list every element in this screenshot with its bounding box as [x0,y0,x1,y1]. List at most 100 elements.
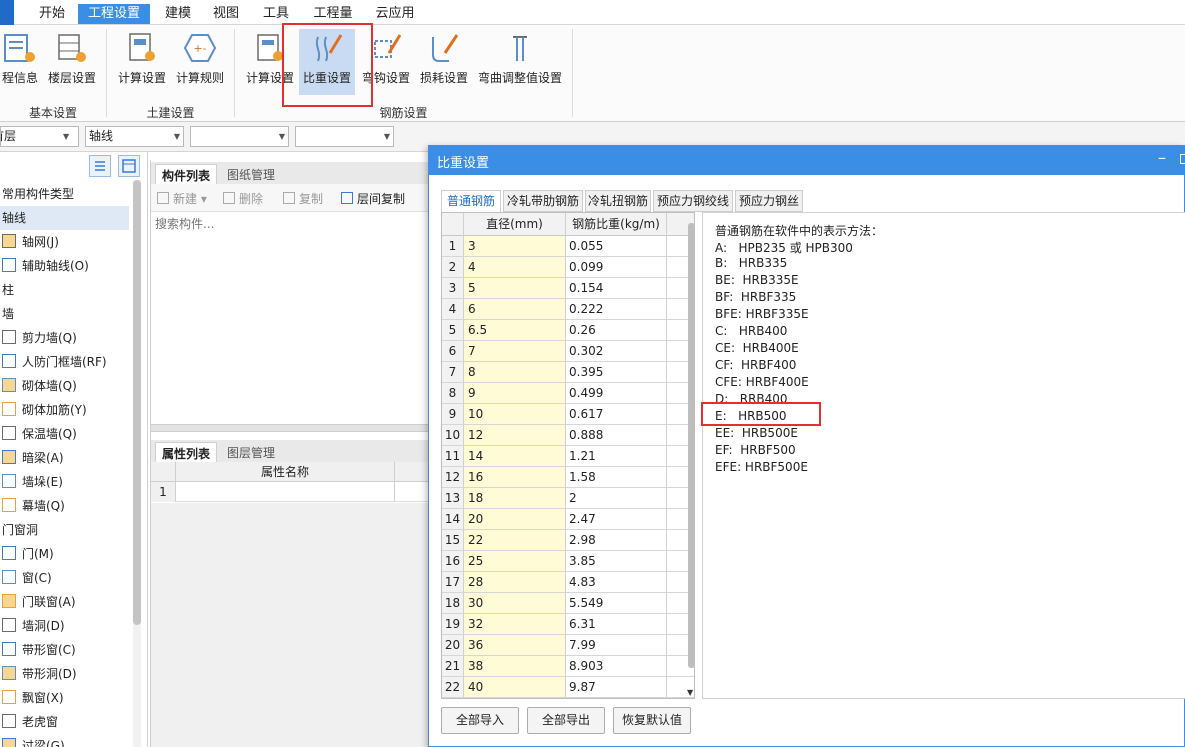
table-row[interactable]: 19 32 6.31 [442,614,694,635]
diameter-cell[interactable]: 7 [464,341,566,361]
weight-cell[interactable]: 0.302 [566,341,667,361]
diameter-cell[interactable]: 28 [464,572,566,592]
tree-category[interactable]: 柱 [0,278,129,302]
tree-item[interactable]: 过梁(G) [0,734,129,747]
diameter-cell[interactable]: 4 [464,257,566,277]
tree-item[interactable]: 飘窗(X) [0,686,129,710]
diameter-cell[interactable]: 38 [464,656,566,676]
diameter-cell[interactable]: 30 [464,593,566,613]
weight-cell[interactable]: 2.47 [566,509,667,529]
tree-category[interactable]: 门窗洞 [0,518,129,542]
import-all-button[interactable]: 全部导入 [441,707,519,734]
tree-item[interactable]: 老虎窗 [0,710,129,734]
menu-modeling[interactable]: 建模 [156,4,200,24]
maximize-icon[interactable] [1180,154,1185,164]
property-value-cell[interactable] [175,482,395,502]
menu-tools[interactable]: 工具 [254,4,298,24]
weight-cell[interactable]: 0.26 [566,320,667,340]
diameter-cell[interactable]: 32 [464,614,566,634]
weight-cell[interactable]: 7.99 [566,635,667,655]
specific-weight-settings-button[interactable]: 比重设置 [299,29,355,95]
component-combo[interactable]: ▼ [190,126,289,147]
diameter-cell[interactable]: 5 [464,278,566,298]
tab-property-list[interactable]: 属性列表 [155,442,218,464]
tree-scrollbar-thumb[interactable] [133,180,141,625]
weight-cell[interactable]: 0.099 [566,257,667,277]
detail-view-button[interactable] [118,155,140,177]
tab-drawing-management[interactable]: 图纸管理 [221,164,281,186]
diameter-cell[interactable]: 16 [464,467,566,487]
table-row[interactable]: 14 20 2.47 [442,509,694,530]
weight-cell[interactable]: 8.903 [566,656,667,676]
app-logo[interactable] [0,0,14,25]
weight-cell[interactable]: 0.154 [566,278,667,298]
project-info-button[interactable]: 程信息 [0,29,40,95]
tree-category[interactable]: 轴线 [0,206,129,230]
table-row[interactable]: 10 12 0.888 [442,425,694,446]
tree-item[interactable]: 窗(C) [0,566,129,590]
tree-item[interactable]: 人防门框墙(RF) [0,350,129,374]
table-row[interactable]: 6 7 0.302 [442,341,694,362]
delete-button[interactable]: 删除 [223,190,263,207]
diameter-cell[interactable]: 3 [464,236,566,256]
table-row[interactable]: 9 10 0.617 [442,404,694,425]
tree-item[interactable]: 墙垛(E) [0,470,129,494]
diameter-cell[interactable]: 12 [464,425,566,445]
menu-quantities[interactable]: 工程量 [306,4,360,24]
restore-defaults-button[interactable]: 恢复默认值 [613,707,691,734]
copy-between-floors-button[interactable]: 层间复制 [341,190,405,207]
weight-cell[interactable]: 1.21 [566,446,667,466]
table-row[interactable]: 16 25 3.85 [442,551,694,572]
tab-cold-rolled-twisted[interactable]: 冷轧扭钢筋 [585,190,651,212]
minimize-icon[interactable]: – [1158,148,1166,167]
table-row[interactable]: 8 9 0.499 [442,383,694,404]
table-row[interactable]: 15 22 2.98 [442,530,694,551]
tree-scrollbar[interactable] [133,180,141,747]
export-all-button[interactable]: 全部导出 [527,707,605,734]
menu-view[interactable]: 视图 [204,4,248,24]
tree-category[interactable]: 常用构件类型 [0,182,129,206]
tab-layer-management[interactable]: 图层管理 [221,442,281,464]
tree-item[interactable]: 幕墙(Q) [0,494,129,518]
table-row[interactable]: 7 8 0.395 [442,362,694,383]
table-row[interactable]: 22 40 9.87 [442,677,694,698]
dialog-title-bar[interactable]: 比重设置 – [429,146,1185,175]
tree-category[interactable]: 墙 [0,302,129,326]
tree-item[interactable]: 保温墙(Q) [0,422,129,446]
hook-settings-button[interactable]: 弯钩设置 [358,29,414,95]
tree-item[interactable]: 门联窗(A) [0,590,129,614]
scroll-down-icon[interactable]: ▼ [687,688,693,697]
calc-rules-button[interactable]: +- 计算规则 [172,29,228,95]
diameter-cell[interactable]: 8 [464,362,566,382]
menu-project-settings[interactable]: 工程设置 [78,4,150,24]
diameter-cell[interactable]: 20 [464,509,566,529]
tab-prestressed-wire[interactable]: 预应力钢丝 [735,190,803,212]
diameter-cell[interactable]: 6.5 [464,320,566,340]
table-row[interactable]: 4 6 0.222 [442,299,694,320]
table-scrollbar[interactable]: ▼ [686,223,698,699]
tree-item[interactable]: 砌体加筋(Y) [0,398,129,422]
table-row[interactable]: 12 16 1.58 [442,467,694,488]
diameter-cell[interactable]: 40 [464,677,566,697]
table-row[interactable]: 5 6.5 0.26 [442,320,694,341]
weight-cell[interactable]: 0.617 [566,404,667,424]
weight-cell[interactable]: 0.222 [566,299,667,319]
tree-item[interactable]: 砌体墙(Q) [0,374,129,398]
tab-component-list[interactable]: 构件列表 [155,164,218,186]
tree-item[interactable]: 墙洞(D) [0,614,129,638]
diameter-cell[interactable]: 9 [464,383,566,403]
diameter-cell[interactable]: 14 [464,446,566,466]
tree-item[interactable]: 带形窗(C) [0,638,129,662]
extra-combo[interactable]: ▼ [295,126,394,147]
weight-cell[interactable]: 9.87 [566,677,667,697]
tab-cold-rolled-ribbed[interactable]: 冷轧带肋钢筋 [503,190,583,212]
weight-cell[interactable]: 0.888 [566,425,667,445]
table-row[interactable]: 21 38 8.903 [442,656,694,677]
diameter-cell[interactable]: 22 [464,530,566,550]
weight-cell[interactable]: 1.58 [566,467,667,487]
floor-settings-button[interactable]: 楼层设置 [44,29,100,95]
weight-cell[interactable]: 2 [566,488,667,508]
table-row[interactable]: 3 5 0.154 [442,278,694,299]
table-row[interactable]: 18 30 5.549 [442,593,694,614]
copy-button[interactable]: 复制 [283,190,323,207]
